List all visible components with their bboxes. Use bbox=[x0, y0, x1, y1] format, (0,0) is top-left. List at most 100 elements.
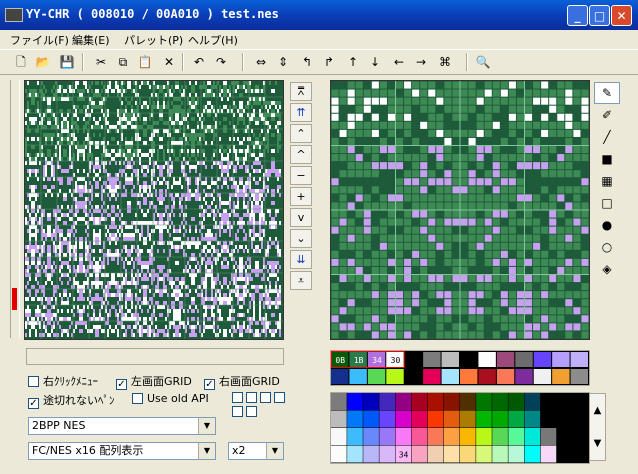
palette-swatch[interactable] bbox=[441, 352, 459, 367]
property-icon[interactable]: 🔍 bbox=[474, 53, 492, 71]
tile-editor-panel[interactable] bbox=[330, 80, 590, 340]
new-file-icon[interactable]: 🗋 bbox=[12, 53, 30, 71]
color-swatch[interactable] bbox=[540, 410, 557, 428]
color-swatch[interactable] bbox=[556, 445, 573, 463]
color-swatch[interactable] bbox=[572, 445, 589, 463]
color-swatch[interactable] bbox=[347, 393, 363, 410]
color-swatch[interactable] bbox=[347, 445, 363, 463]
scroll-down-icon[interactable]: ▼ bbox=[590, 427, 605, 460]
color-swatch[interactable] bbox=[572, 393, 589, 410]
palette-swatch[interactable] bbox=[404, 352, 423, 367]
color-swatch[interactable] bbox=[524, 428, 541, 445]
color-swatch[interactable] bbox=[443, 393, 460, 410]
palette-swatch[interactable] bbox=[533, 369, 552, 384]
color-swatch[interactable] bbox=[443, 410, 460, 428]
mini-checkbox-3[interactable] bbox=[260, 392, 271, 403]
fill-bucket-icon[interactable]: ◈ bbox=[594, 258, 620, 280]
color-swatch[interactable] bbox=[395, 410, 412, 428]
palette-swatch[interactable] bbox=[570, 369, 588, 384]
color-swatch[interactable] bbox=[427, 393, 444, 410]
palette-swatch[interactable] bbox=[570, 352, 588, 367]
color-swatch[interactable] bbox=[427, 410, 444, 428]
color-swatch[interactable] bbox=[363, 410, 379, 428]
option-seamless-pen[interactable]: ✓ 途切れないﾍﾟﾝ bbox=[28, 392, 115, 409]
color-swatch[interactable] bbox=[379, 445, 396, 463]
vertical-position-bar[interactable] bbox=[10, 80, 20, 338]
color-swatch[interactable] bbox=[492, 445, 508, 463]
palette-swatch[interactable] bbox=[552, 369, 570, 384]
palette-swatch[interactable] bbox=[331, 369, 349, 384]
checkbox-seamless-pen[interactable]: ✓ bbox=[28, 398, 39, 409]
color-swatch[interactable] bbox=[411, 445, 428, 463]
color-swatch[interactable] bbox=[460, 428, 476, 445]
color-swatch[interactable] bbox=[363, 445, 379, 463]
close-button[interactable]: ✕ bbox=[611, 5, 632, 26]
palette-swatch[interactable] bbox=[533, 352, 552, 367]
minimize-button[interactable]: _ bbox=[567, 5, 588, 26]
mini-checkbox-6[interactable] bbox=[246, 406, 257, 417]
checkbox-right-grid[interactable]: ✓ bbox=[204, 379, 215, 390]
color-palette[interactable]: 34 bbox=[330, 392, 590, 464]
color-swatch[interactable] bbox=[556, 393, 573, 410]
palette-swatch[interactable] bbox=[404, 369, 423, 384]
shift-right-icon[interactable]: → bbox=[412, 53, 430, 71]
menu-palette[interactable]: パレット(P) bbox=[124, 32, 183, 48]
chevron-down-icon[interactable]: ▼ bbox=[198, 418, 215, 434]
color-swatch[interactable] bbox=[427, 445, 444, 463]
zoom-select[interactable]: x2 ▼ bbox=[228, 442, 284, 460]
palette-swatch[interactable] bbox=[423, 352, 441, 367]
color-swatch[interactable] bbox=[540, 393, 557, 410]
nav-line-up-button[interactable]: ^ bbox=[290, 145, 312, 164]
color-swatch[interactable] bbox=[411, 410, 428, 428]
color-swatch[interactable] bbox=[556, 428, 573, 445]
nav-page-down-button[interactable]: ⌄ bbox=[290, 229, 312, 248]
color-swatch[interactable] bbox=[363, 428, 379, 445]
menu-file[interactable]: ファイル(F) bbox=[10, 32, 69, 48]
palette-swatch[interactable] bbox=[478, 369, 496, 384]
paste-icon[interactable]: 📋 bbox=[136, 53, 154, 71]
color-swatch[interactable] bbox=[379, 393, 396, 410]
menu-edit[interactable]: 編集(E) bbox=[72, 32, 110, 48]
format-select[interactable]: 2BPP NES ▼ bbox=[28, 417, 216, 435]
nav-line-down-button[interactable]: v bbox=[290, 208, 312, 227]
color-swatch[interactable] bbox=[460, 393, 476, 410]
color-swatch[interactable] bbox=[572, 428, 589, 445]
color-swatch[interactable] bbox=[331, 445, 347, 463]
color-swatch[interactable] bbox=[347, 428, 363, 445]
pencil-icon[interactable]: ✎ bbox=[594, 82, 620, 104]
shift-down-icon[interactable]: ↓ bbox=[366, 53, 384, 71]
color-swatch[interactable] bbox=[395, 393, 412, 410]
color-swatch[interactable] bbox=[492, 410, 508, 428]
palette-swatch[interactable] bbox=[423, 369, 441, 384]
palette-swatch[interactable] bbox=[460, 369, 478, 384]
color-swatch[interactable] bbox=[492, 428, 508, 445]
color-swatch[interactable] bbox=[524, 393, 541, 410]
color-swatch[interactable] bbox=[540, 445, 557, 463]
checkbox-old-api[interactable] bbox=[132, 393, 143, 404]
color-swatch[interactable] bbox=[443, 428, 460, 445]
palette-strip-canvas[interactable]: 0B 1B 34 30 bbox=[331, 351, 589, 385]
palette-swatch[interactable] bbox=[496, 352, 515, 367]
option-old-api[interactable]: Use old API bbox=[132, 392, 209, 405]
color-swatch[interactable] bbox=[476, 445, 492, 463]
color-swatch[interactable] bbox=[379, 428, 396, 445]
palette-swatch[interactable] bbox=[386, 369, 404, 384]
mini-checkbox-5[interactable] bbox=[232, 406, 243, 417]
pattern-rect-icon[interactable]: ▦ bbox=[594, 170, 620, 192]
color-swatch[interactable] bbox=[379, 410, 396, 428]
pattern-select[interactable]: FC/NES x16 配列表示 ▼ bbox=[28, 442, 216, 460]
palette-scrollbar[interactable]: ▲ ▼ bbox=[589, 393, 606, 461]
option-left-grid[interactable]: ✓ 左画面GRID bbox=[116, 373, 192, 390]
color-swatch[interactable] bbox=[395, 428, 412, 445]
rect-icon[interactable]: □ bbox=[594, 192, 620, 214]
color-swatch[interactable] bbox=[347, 410, 363, 428]
mini-checkbox-1[interactable] bbox=[232, 392, 243, 403]
circle-icon[interactable]: ○ bbox=[594, 236, 620, 258]
shift-left-icon[interactable]: ← bbox=[390, 53, 408, 71]
color-swatch[interactable] bbox=[476, 410, 492, 428]
menu-help[interactable]: ヘルプ(H) bbox=[188, 32, 238, 48]
color-swatch[interactable] bbox=[443, 445, 460, 463]
flip-vertical-icon[interactable]: ⇕ bbox=[274, 53, 292, 71]
palette-swatch[interactable] bbox=[515, 352, 533, 367]
color-swatch[interactable] bbox=[331, 428, 347, 445]
